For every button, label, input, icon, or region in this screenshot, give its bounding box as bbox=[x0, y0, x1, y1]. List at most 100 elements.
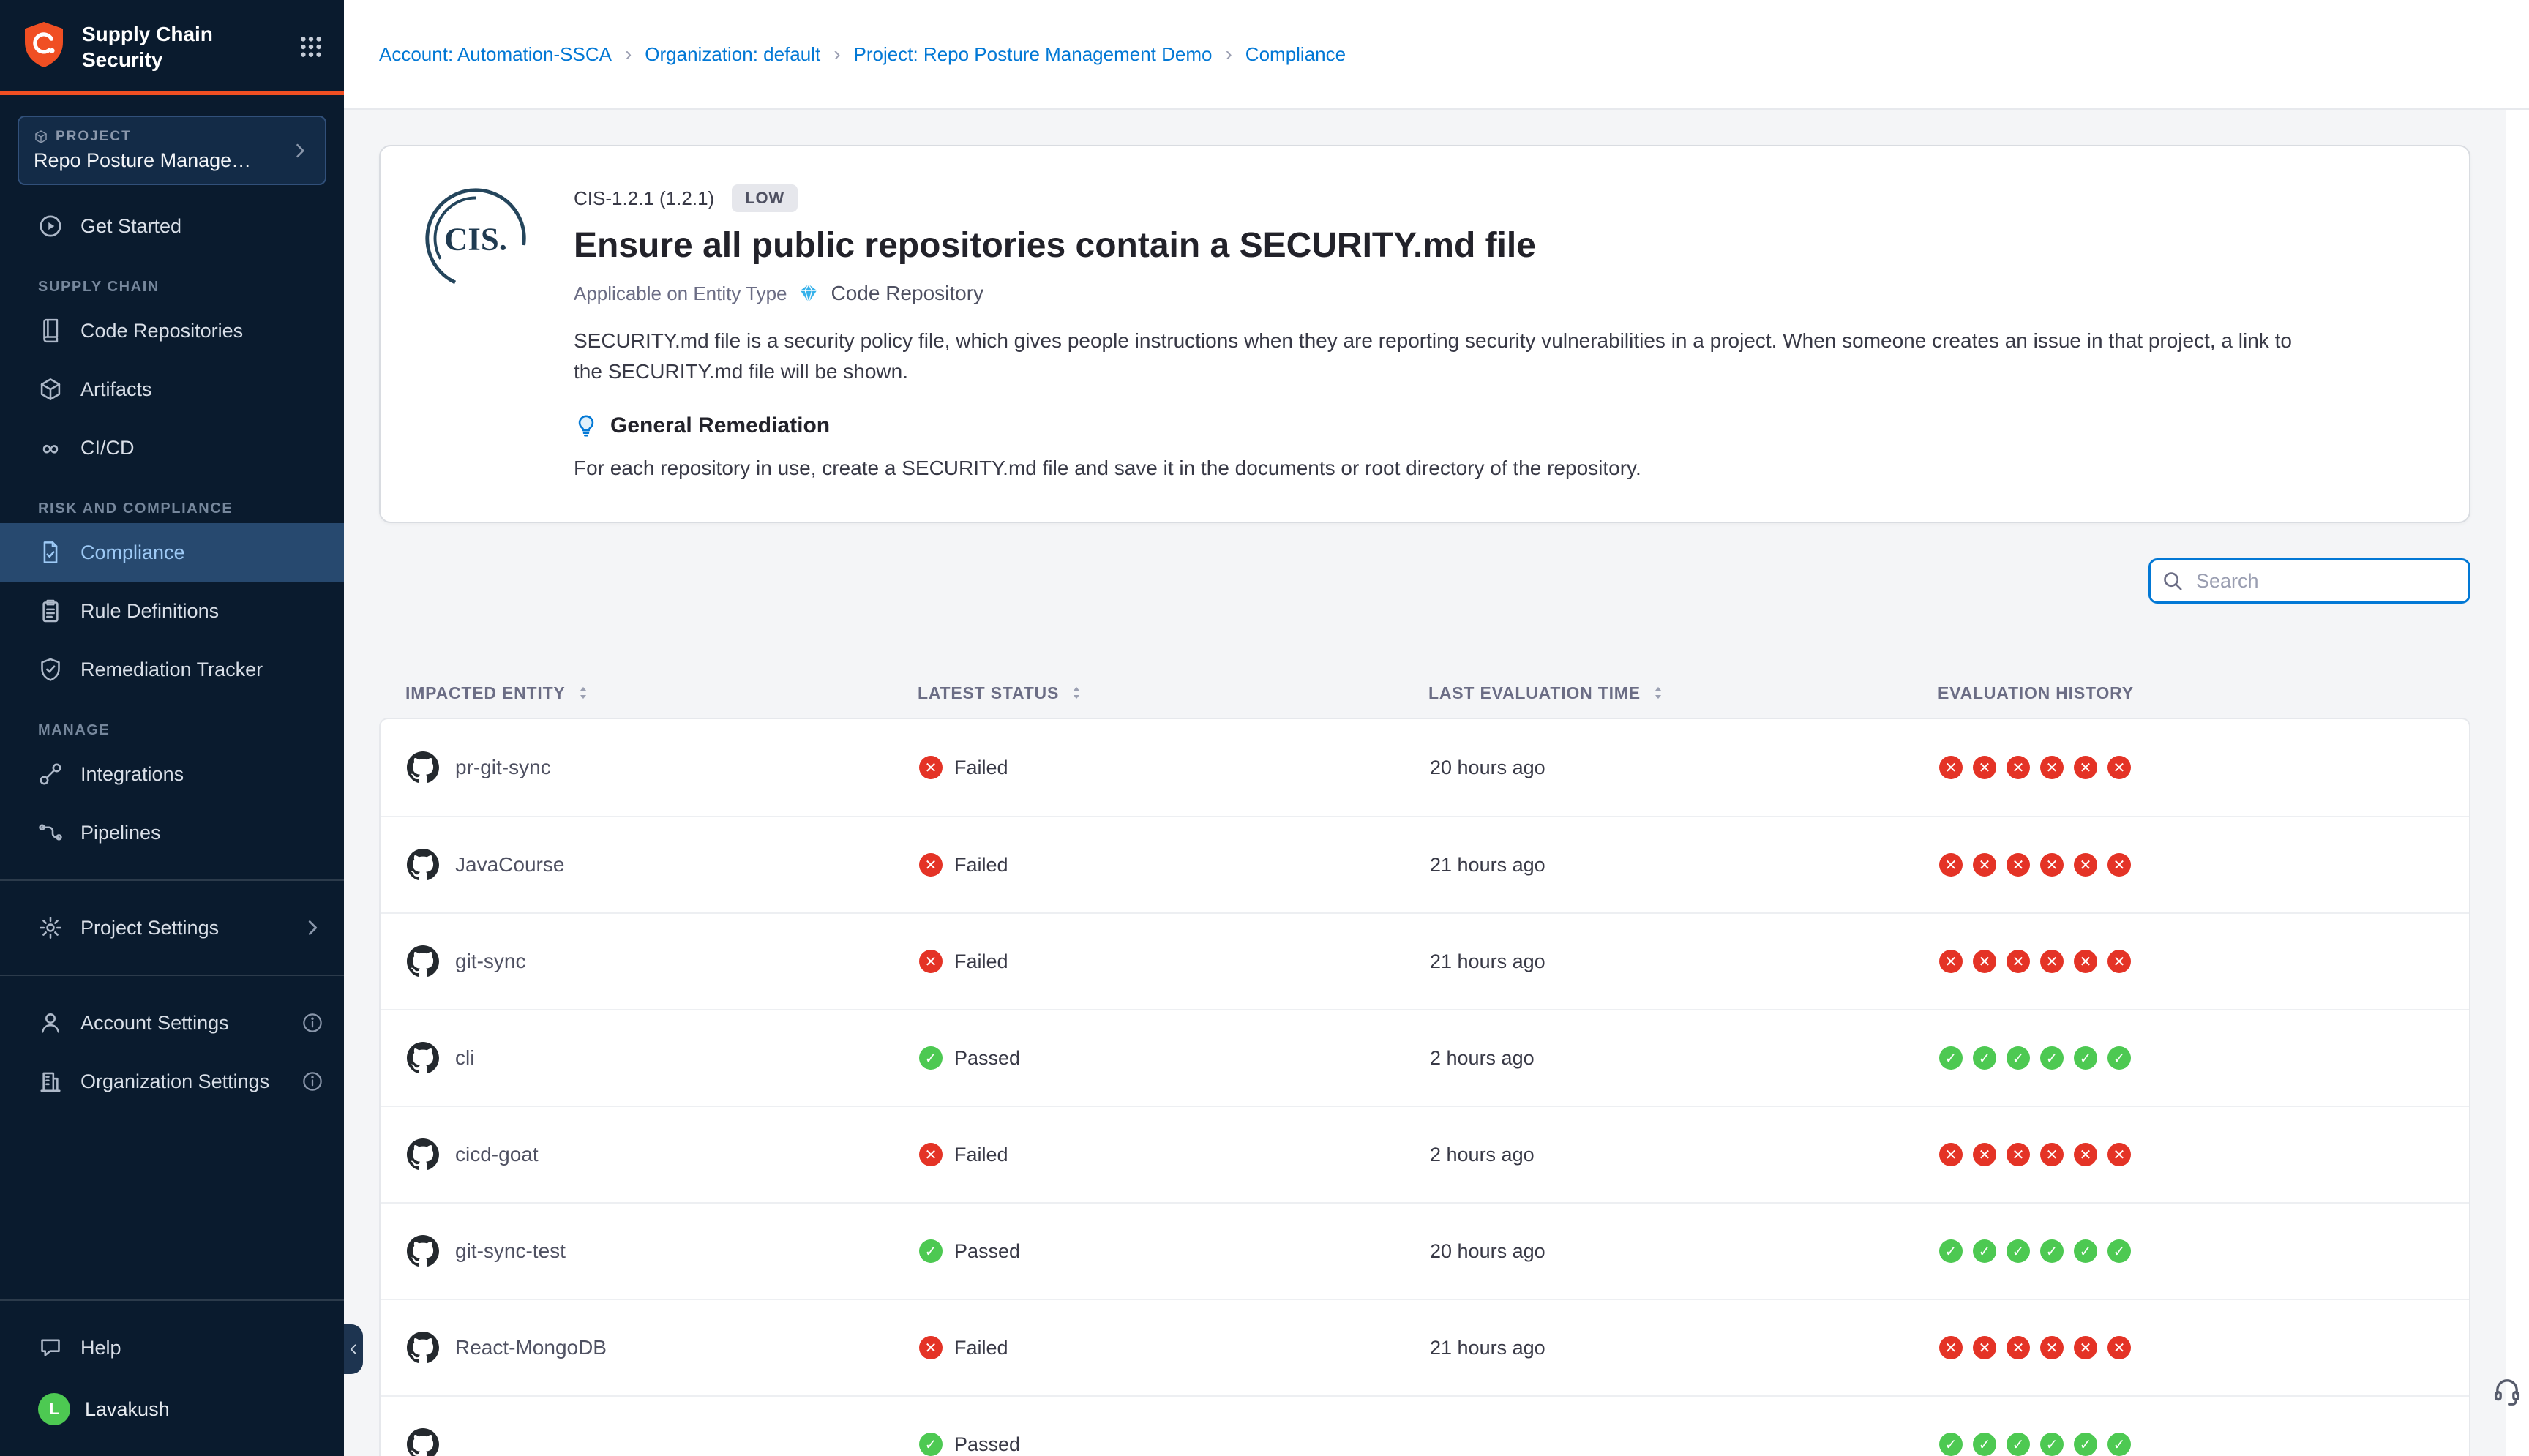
info-icon bbox=[301, 1012, 323, 1034]
failed-icon: ✕ bbox=[1973, 1336, 1996, 1359]
breadcrumb-item[interactable]: Organization: default bbox=[645, 43, 820, 66]
evaluation-time: 2 hours ago bbox=[1430, 1144, 1939, 1166]
status-label: Failed bbox=[954, 950, 1008, 973]
passed-icon: ✓ bbox=[1939, 1433, 1963, 1456]
entity-name[interactable]: pr-git-sync bbox=[455, 756, 551, 779]
sidebar-item-compliance[interactable]: Compliance bbox=[0, 523, 344, 582]
project-selector[interactable]: PROJECT Repo Posture Manage… bbox=[18, 116, 326, 185]
account-icon bbox=[38, 1010, 63, 1035]
sidebar-item-integrations[interactable]: Integrations bbox=[0, 745, 344, 803]
failed-icon: ✕ bbox=[2007, 1336, 2030, 1359]
remediation-text: For each repository in use, create a SEC… bbox=[574, 453, 2428, 484]
breadcrumb-item[interactable]: Compliance bbox=[1245, 43, 1346, 66]
sidebar-item-organization-settings[interactable]: Organization Settings bbox=[0, 1052, 344, 1111]
sidebar-item-rule-definitions[interactable]: Rule Definitions bbox=[0, 582, 344, 640]
passed-icon: ✓ bbox=[1973, 1433, 1996, 1456]
scrollbar-gutter[interactable] bbox=[2506, 110, 2529, 1456]
clipboard-icon bbox=[38, 598, 63, 623]
project-label: PROJECT bbox=[56, 129, 132, 145]
status-cell: ✕Failed bbox=[919, 1143, 1430, 1166]
sort-icon[interactable] bbox=[574, 684, 592, 702]
severity-badge: LOW bbox=[732, 184, 798, 212]
status-cell: ✓Passed bbox=[919, 1046, 1430, 1070]
failed-icon: ✕ bbox=[2074, 1336, 2097, 1359]
github-icon bbox=[407, 1332, 439, 1364]
search-icon bbox=[2162, 570, 2184, 592]
status-label: Failed bbox=[954, 757, 1008, 779]
sidebar-header: Supply Chain Security bbox=[0, 0, 344, 95]
passed-icon: ✓ bbox=[1973, 1239, 1996, 1263]
column-header[interactable]: IMPACTED ENTITY bbox=[379, 683, 918, 703]
failed-icon: ✕ bbox=[919, 756, 943, 779]
breadcrumb-item[interactable]: Project: Repo Posture Management Demo bbox=[854, 43, 1213, 66]
sidebar-item-help[interactable]: Help bbox=[0, 1318, 344, 1377]
entity-name[interactable]: git-sync bbox=[455, 950, 525, 973]
failed-icon: ✕ bbox=[2040, 756, 2064, 779]
evaluation-time: 21 hours ago bbox=[1430, 950, 1939, 973]
column-header: EVALUATION HISTORY bbox=[1938, 683, 2470, 703]
breadcrumb: Account: Automation-SSCA›Organization: d… bbox=[379, 42, 1346, 66]
cis-logo: CIS. bbox=[422, 184, 530, 484]
sidebar-item-code-repositories[interactable]: Code Repositories bbox=[0, 301, 344, 360]
app-window: Supply Chain Security PROJECT Repo Postu… bbox=[0, 0, 2529, 1456]
table-row[interactable]: cicd-goat✕Failed2 hours ago✕✕✕✕✕✕ bbox=[381, 1106, 2469, 1202]
svg-text:CIS.: CIS. bbox=[444, 221, 507, 258]
github-icon bbox=[407, 751, 439, 784]
status-label: Passed bbox=[954, 1433, 1020, 1456]
passed-icon: ✓ bbox=[2074, 1239, 2097, 1263]
sidebar-item-project-settings[interactable]: Project Settings bbox=[0, 898, 344, 957]
entity-name[interactable]: git-sync-test bbox=[455, 1239, 566, 1263]
passed-icon: ✓ bbox=[2074, 1046, 2097, 1070]
sidebar-item-get-started[interactable]: Get Started bbox=[0, 197, 344, 255]
table-row[interactable]: git-sync✕Failed21 hours ago✕✕✕✕✕✕ bbox=[381, 912, 2469, 1009]
sidebar-item-cicd[interactable]: ∞CI/CD bbox=[0, 419, 344, 477]
sidebar-item-pipelines[interactable]: Pipelines bbox=[0, 803, 344, 862]
passed-icon: ✓ bbox=[919, 1046, 943, 1070]
table-row[interactable]: React-MongoDB✕Failed21 hours ago✕✕✕✕✕✕ bbox=[381, 1299, 2469, 1395]
search-input[interactable] bbox=[2148, 558, 2470, 604]
failed-icon: ✕ bbox=[2108, 853, 2131, 877]
sidebar-collapse-button[interactable] bbox=[344, 1324, 363, 1374]
module-grid-icon[interactable] bbox=[299, 34, 323, 59]
sort-icon[interactable] bbox=[1068, 684, 1085, 702]
column-header[interactable]: LATEST STATUS bbox=[918, 683, 1428, 703]
sidebar-item-remediation-tracker[interactable]: Remediation Tracker bbox=[0, 640, 344, 699]
failed-icon: ✕ bbox=[1939, 853, 1963, 877]
status-label: Failed bbox=[954, 1144, 1008, 1166]
failed-icon: ✕ bbox=[1973, 1143, 1996, 1166]
sort-icon[interactable] bbox=[1649, 684, 1667, 702]
table-row[interactable]: git-sync-test✓Passed20 hours ago✓✓✓✓✓✓ bbox=[381, 1202, 2469, 1299]
integrations-icon bbox=[38, 762, 63, 787]
github-icon bbox=[407, 1235, 439, 1267]
passed-icon: ✓ bbox=[2108, 1046, 2131, 1070]
table-row[interactable]: pr-git-sync✕Failed20 hours ago✕✕✕✕✕✕ bbox=[381, 719, 2469, 816]
entity-name[interactable]: cli bbox=[455, 1046, 474, 1070]
sidebar-item-artifacts[interactable]: Artifacts bbox=[0, 360, 344, 419]
passed-icon: ✓ bbox=[919, 1239, 943, 1263]
support-headset-icon[interactable] bbox=[2491, 1374, 2523, 1406]
table-row[interactable]: JavaCourse✕Failed21 hours ago✕✕✕✕✕✕ bbox=[381, 816, 2469, 912]
repo-icon bbox=[38, 318, 63, 343]
status-cell: ✕Failed bbox=[919, 950, 1430, 973]
failed-icon: ✕ bbox=[2074, 756, 2097, 779]
search-row bbox=[379, 558, 2470, 604]
status-label: Failed bbox=[954, 1337, 1008, 1359]
failed-icon: ✕ bbox=[1973, 756, 1996, 779]
table-row[interactable]: ✓Passed✓✓✓✓✓✓ bbox=[381, 1395, 2469, 1456]
evaluation-history: ✕✕✕✕✕✕ bbox=[1939, 1143, 2469, 1166]
entity-name[interactable]: JavaCourse bbox=[455, 853, 564, 877]
user-menu[interactable]: L Lavakush bbox=[0, 1377, 344, 1441]
column-header[interactable]: LAST EVALUATION TIME bbox=[1428, 683, 1938, 703]
bulb-icon bbox=[574, 413, 599, 438]
info-icon bbox=[301, 1070, 323, 1092]
evaluation-time: 2 hours ago bbox=[1430, 1047, 1939, 1070]
entity-name[interactable]: React-MongoDB bbox=[455, 1336, 607, 1359]
doc-check-icon bbox=[38, 540, 63, 565]
table-row[interactable]: cli✓Passed2 hours ago✓✓✓✓✓✓ bbox=[381, 1009, 2469, 1106]
failed-icon: ✕ bbox=[1973, 853, 1996, 877]
failed-icon: ✕ bbox=[1939, 950, 1963, 973]
entity-name[interactable]: cicd-goat bbox=[455, 1143, 539, 1166]
sidebar-item-account-settings[interactable]: Account Settings bbox=[0, 994, 344, 1052]
shield-check-icon bbox=[38, 657, 63, 682]
breadcrumb-item[interactable]: Account: Automation-SSCA bbox=[379, 43, 612, 66]
